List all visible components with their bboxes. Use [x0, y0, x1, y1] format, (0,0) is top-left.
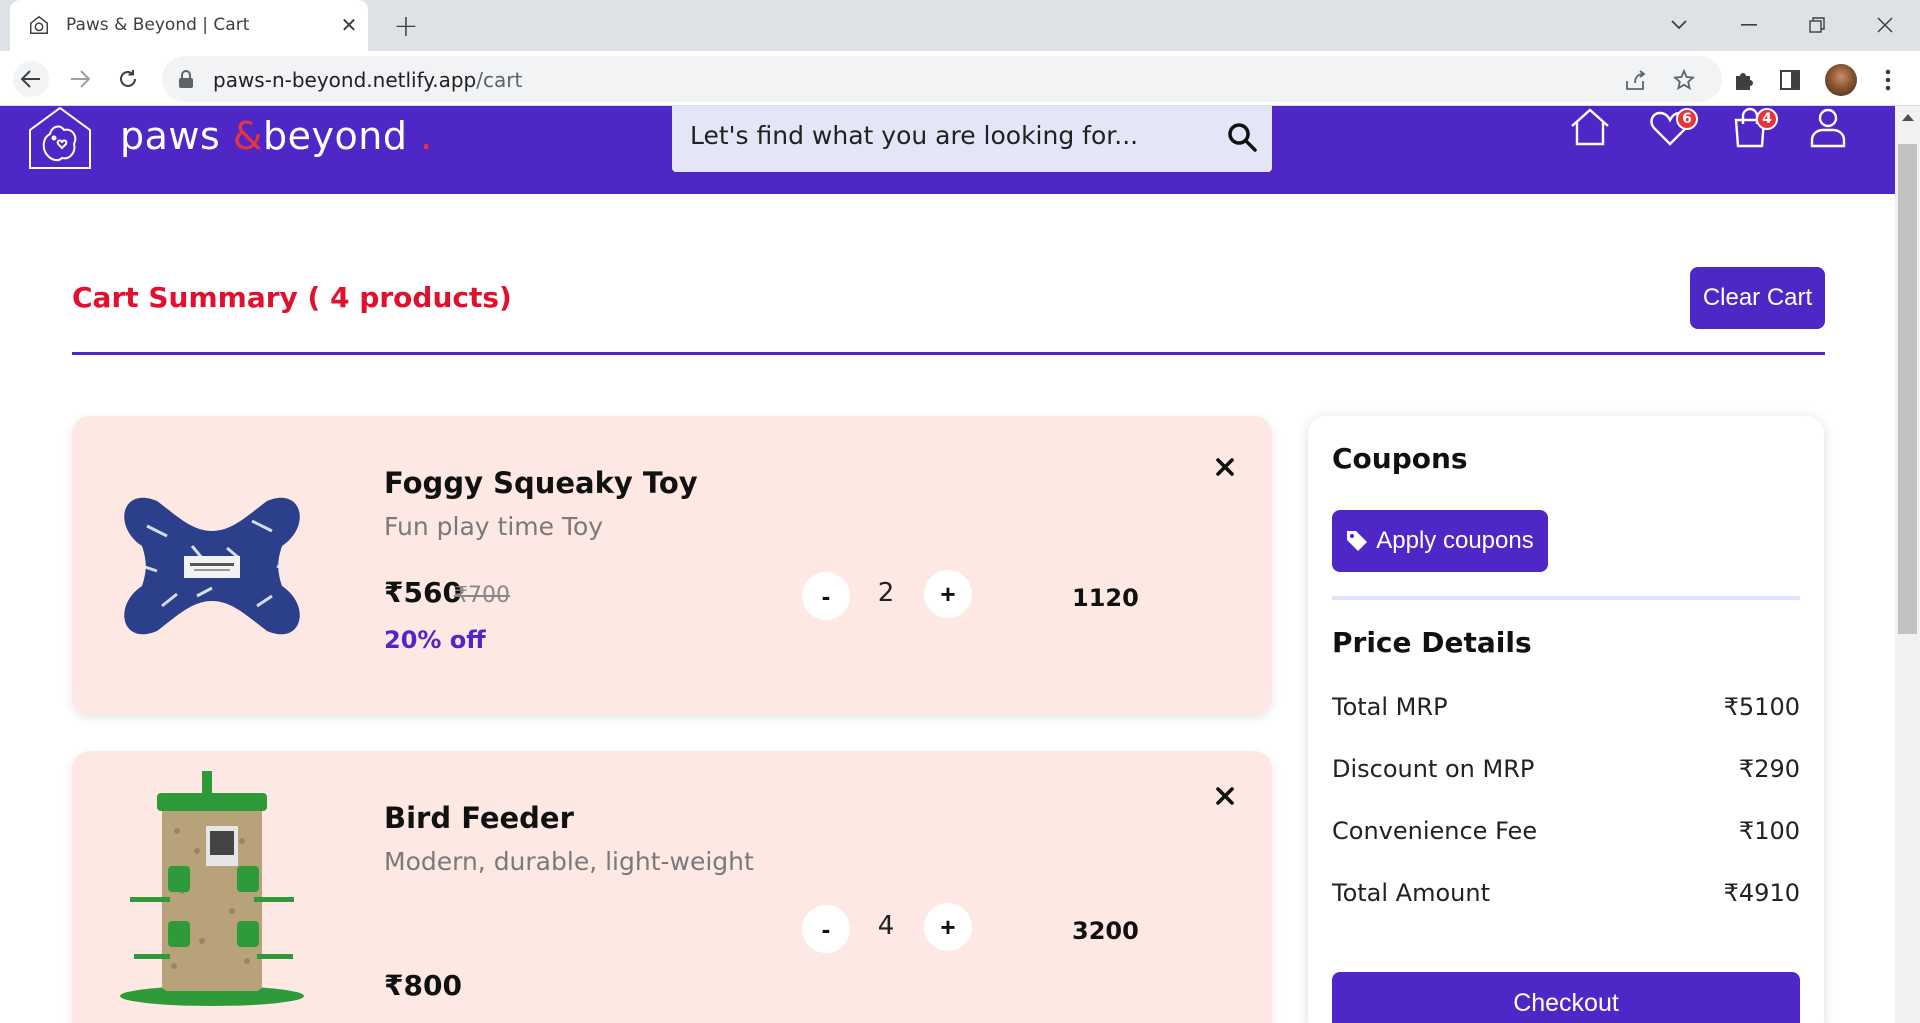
search-placeholder: Let's find what you are looking for... [690, 121, 1139, 150]
remove-item-button[interactable] [1210, 781, 1240, 811]
profile-avatar[interactable] [1825, 64, 1857, 96]
tab-close-icon[interactable]: ✕ [336, 12, 362, 38]
wishlist-count-badge: 6 [1676, 108, 1698, 130]
product-description: Modern, durable, light-weight [384, 847, 754, 876]
tag-icon [1347, 531, 1368, 551]
product-name[interactable]: Foggy Squeaky Toy [384, 466, 698, 500]
price-row-total-mrp: Total MRP ₹5100 [1332, 693, 1800, 721]
coupons-heading: Coupons [1332, 442, 1468, 475]
checkout-button[interactable]: Checkout [1332, 972, 1800, 1023]
line-total: 3200 [1072, 917, 1139, 945]
paws-favicon-icon [30, 15, 48, 34]
address-bar[interactable]: paws-n-beyond.netlify.app/cart [162, 56, 1722, 102]
product-image[interactable] [102, 456, 322, 676]
close-icon [1216, 787, 1234, 805]
reload-icon[interactable] [110, 61, 146, 97]
url-text: paws-n-beyond.netlify.app/cart [213, 68, 523, 92]
product-price: ₹560 [384, 576, 462, 609]
browser-menu-icon[interactable] [1874, 66, 1902, 94]
site-header: paws &beyond . Let's find what you are l… [0, 106, 1895, 194]
price-details-heading: Price Details [1332, 626, 1532, 659]
cart-item: Foggy Squeaky Toy Fun play time Toy ₹560… [72, 416, 1272, 714]
window-close-icon[interactable] [1870, 10, 1900, 40]
increase-qty-button[interactable]: + [924, 903, 972, 951]
price-row-convenience-fee: Convenience Fee ₹100 [1332, 817, 1800, 845]
decrease-qty-button[interactable]: - [802, 572, 850, 620]
scroll-up-arrow-icon[interactable] [1902, 114, 1914, 121]
cart-item: Bird Feeder Modern, durable, light-weigh… [72, 751, 1272, 1023]
product-price: ₹800 [384, 969, 462, 1002]
minimize-icon[interactable] [1734, 10, 1764, 40]
page-viewport: paws &beyond . Let's find what you are l… [0, 106, 1895, 1023]
heading-divider [72, 352, 1825, 355]
price-row-total-amount: Total Amount ₹4910 [1332, 879, 1800, 907]
extensions-icon[interactable] [1729, 66, 1757, 94]
coupons-divider [1332, 596, 1800, 600]
product-image[interactable] [102, 771, 322, 1021]
user-icon[interactable] [1806, 106, 1850, 150]
forward-icon[interactable] [62, 61, 98, 97]
new-tab-icon[interactable]: + [391, 9, 421, 44]
product-mrp: ₹700 [454, 583, 510, 608]
cart-summary-title: Cart Summary ( 4 products) [72, 281, 512, 314]
back-icon[interactable] [13, 61, 49, 97]
product-description: Fun play time Toy [384, 512, 604, 541]
order-summary-card: Coupons Apply coupons Price Details Tota… [1308, 416, 1824, 1023]
browser-toolbar: paws-n-beyond.netlify.app/cart [0, 51, 1920, 106]
product-name[interactable]: Bird Feeder [384, 801, 574, 835]
restore-icon[interactable] [1802, 10, 1832, 40]
page-scrollbar[interactable] [1895, 106, 1920, 1023]
bookmark-star-icon[interactable] [1670, 66, 1698, 94]
brand-wordmark[interactable]: paws &beyond . [120, 114, 433, 158]
quantity-value: 2 [877, 578, 895, 608]
paws-logo-icon[interactable] [28, 106, 92, 170]
share-icon[interactable] [1621, 66, 1649, 94]
scrollbar-thumb[interactable] [1898, 144, 1917, 634]
lock-icon [179, 70, 193, 88]
apply-coupons-button[interactable]: Apply coupons [1332, 510, 1548, 572]
price-row-discount: Discount on MRP ₹290 [1332, 755, 1800, 783]
tab-search-chevron-icon[interactable] [1664, 10, 1694, 40]
remove-item-button[interactable] [1210, 452, 1240, 482]
side-panel-icon[interactable] [1776, 66, 1804, 94]
product-discount: 20% off [384, 626, 486, 654]
house-icon[interactable] [1568, 106, 1612, 150]
increase-qty-button[interactable]: + [924, 570, 972, 618]
close-icon [1216, 458, 1234, 476]
cart-count-badge: 4 [1756, 108, 1778, 130]
search-input[interactable]: Let's find what you are looking for... [672, 106, 1272, 172]
line-total: 1120 [1072, 584, 1139, 612]
search-icon[interactable] [1227, 122, 1257, 152]
browser-tab[interactable]: Paws & Beyond | Cart ✕ [10, 0, 368, 51]
decrease-qty-button[interactable]: - [802, 905, 850, 953]
tab-title: Paws & Beyond | Cart [66, 15, 250, 35]
quantity-value: 4 [877, 911, 895, 941]
clear-cart-button[interactable]: Clear Cart [1690, 267, 1825, 329]
browser-tab-bar: Paws & Beyond | Cart ✕ + [0, 0, 1920, 51]
